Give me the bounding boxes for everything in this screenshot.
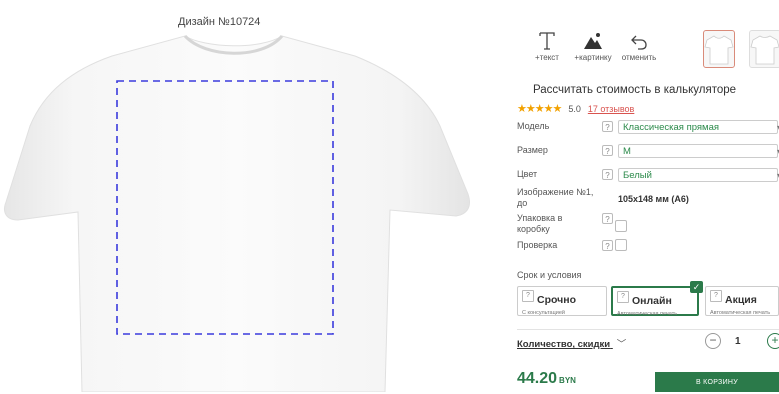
tshirt-preview: [0, 34, 500, 392]
size-select[interactable]: M ▾: [618, 144, 779, 158]
price-value: 44.20: [517, 370, 558, 387]
chevron-down-icon: ﹀: [616, 339, 627, 350]
packaging-row: Упаковка в коробку ?: [517, 213, 779, 237]
option-promo-title: Акция: [725, 294, 757, 306]
image-size-label-line2: до: [517, 198, 528, 208]
rating-value: 5.0: [568, 103, 581, 114]
option-online-title: Онлайн: [632, 295, 672, 307]
option-online[interactable]: ? Онлайн Автоматическая печать ✓: [611, 281, 703, 317]
packaging-label-line2: коробку: [517, 224, 550, 234]
help-icon[interactable]: ?: [602, 240, 613, 251]
help-icon[interactable]: ?: [602, 213, 613, 224]
image-size-label-line1: Изображение №1,: [517, 187, 594, 197]
packaging-label: Упаковка в коробку: [517, 213, 562, 235]
back-view-thumbnail[interactable]: [749, 30, 779, 68]
front-view-thumbnail[interactable]: [703, 30, 735, 68]
add-text-label: +текст: [535, 53, 559, 62]
option-promo-subtitle: Автоматическая печать: [710, 310, 771, 316]
image-icon: [584, 33, 602, 49]
help-icon[interactable]: ?: [602, 169, 613, 180]
option-urgent[interactable]: ? Срочно С консультацией: [517, 286, 607, 316]
checkmark-icon: ✓: [690, 281, 703, 293]
check-checkbox[interactable]: [615, 239, 627, 251]
divider: [517, 329, 779, 330]
size-row: Размер ? M ▾: [517, 144, 779, 161]
quantity-value[interactable]: 1: [735, 336, 741, 347]
option-online-subtitle: Автоматическая печать: [617, 311, 678, 317]
design-title: Дизайн №10724: [178, 16, 261, 28]
undo-icon: [631, 35, 647, 50]
image-size-label: Изображение №1, до: [517, 187, 593, 209]
quantity-decrement-button[interactable]: −: [705, 333, 721, 349]
undo-button[interactable]: отменить: [609, 30, 669, 62]
add-image-label: +картинку: [574, 53, 612, 62]
check-row: Проверка ?: [517, 239, 779, 254]
model-row: Модель ? Классическая прямая ▾: [517, 120, 779, 137]
option-promo[interactable]: ? Акция Автоматическая печать: [705, 286, 779, 316]
help-icon[interactable]: ?: [522, 290, 534, 302]
rating-stars: ★★★★★: [517, 103, 562, 115]
help-icon[interactable]: ?: [602, 121, 613, 132]
image-size-value: 105x148 мм (A6): [618, 194, 689, 204]
model-select[interactable]: Классическая прямая ▾: [618, 120, 779, 134]
text-icon: [539, 32, 555, 50]
calculator-panel: +текст +картинку отменить Рассчитать сто…: [505, 0, 779, 392]
calculator-title: Рассчитать стоимость в калькуляторе: [533, 84, 737, 96]
tshirt-back-icon: [750, 35, 779, 65]
size-value: M: [623, 146, 631, 157]
help-icon[interactable]: ?: [602, 145, 613, 156]
quantity-increment-button[interactable]: +: [767, 333, 779, 349]
price: 44.20 BYN: [517, 370, 576, 388]
undo-label: отменить: [621, 53, 657, 62]
tshirt-front-icon: [704, 35, 734, 65]
color-select[interactable]: Белый ▾: [618, 168, 779, 182]
tshirt-image: [4, 35, 470, 392]
color-label: Цвет: [517, 169, 538, 179]
option-urgent-subtitle: С консультацией: [522, 310, 565, 316]
option-urgent-title: Срочно: [537, 294, 577, 306]
packaging-label-line1: Упаковка в: [517, 213, 563, 223]
size-label: Размер: [517, 145, 548, 155]
model-value: Классическая прямая: [623, 122, 720, 133]
packaging-checkbox[interactable]: [615, 220, 627, 232]
model-label: Модель: [517, 121, 550, 131]
color-row: Цвет ? Белый ▾: [517, 168, 779, 185]
help-icon[interactable]: ?: [617, 291, 629, 303]
quantity-discounts-label: Количество, скидки: [517, 339, 611, 350]
help-icon[interactable]: ?: [710, 290, 722, 302]
image-size-row: Изображение №1, до 105x148 мм (A6): [517, 187, 779, 211]
color-value: Белый: [623, 170, 652, 181]
quantity-discounts-toggle[interactable]: Количество, скидки ﹀: [517, 336, 626, 350]
check-label: Проверка: [517, 240, 558, 250]
terms-label: Срок и условия: [517, 270, 582, 280]
price-currency: BYN: [559, 376, 576, 385]
reviews-link[interactable]: 17 отзывов: [588, 104, 635, 114]
add-to-cart-button[interactable]: В КОРЗИНУ: [655, 372, 779, 392]
design-toolbar: +текст +картинку отменить: [505, 30, 779, 72]
rating: ★★★★★ 5.0 17 отзывов: [517, 102, 634, 115]
